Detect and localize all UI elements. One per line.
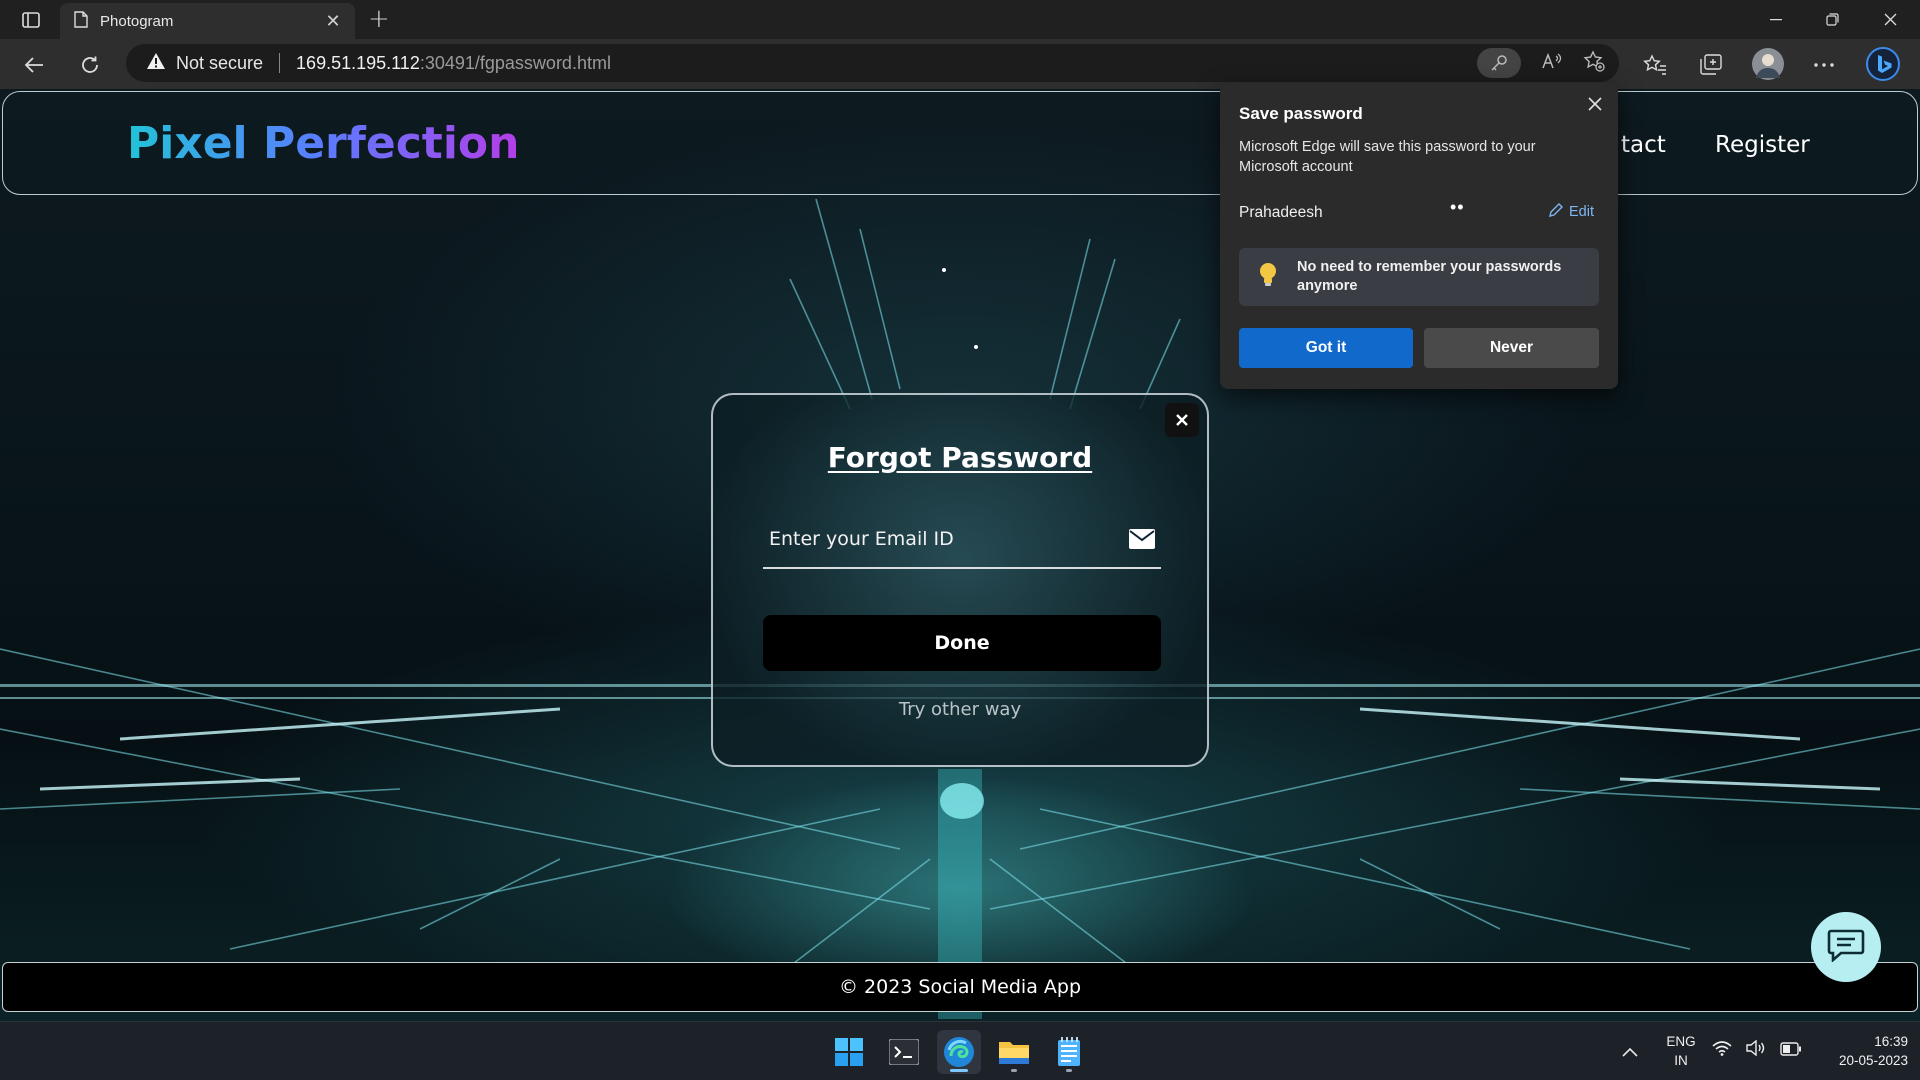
- edge-icon[interactable]: [937, 1030, 981, 1074]
- password-key-icon[interactable]: [1477, 48, 1521, 78]
- browser-toolbar: Not secure 169.51.195.112 :30491/fgpassw…: [0, 39, 1920, 89]
- url-host: 169.51.195.112: [296, 52, 420, 73]
- envelope-icon: [1129, 529, 1155, 553]
- browser-tab-photogram[interactable]: Photogram ✕: [60, 3, 355, 39]
- close-icon[interactable]: [1584, 93, 1606, 115]
- collections-icon[interactable]: [1697, 51, 1725, 79]
- try-other-way-link[interactable]: Try other way: [713, 699, 1207, 720]
- running-app-indicator: [1066, 1069, 1072, 1072]
- chevron-up-icon[interactable]: [1622, 1042, 1638, 1061]
- system-tray[interactable]: [1712, 1039, 1802, 1060]
- email-input[interactable]: [769, 521, 1099, 557]
- nav-register-link[interactable]: Register: [1715, 132, 1810, 158]
- restore-icon[interactable]: [1804, 0, 1860, 39]
- language-code: ENG: [1666, 1034, 1696, 1049]
- active-app-indicator: [950, 1069, 968, 1072]
- nav-contact-link[interactable]: tact: [1621, 132, 1666, 158]
- saved-password-mask: ••: [1450, 197, 1465, 217]
- read-aloud-icon[interactable]: [1541, 52, 1563, 75]
- url-divider: [279, 53, 281, 73]
- close-window-icon[interactable]: [1862, 0, 1918, 39]
- site-footer: © 2023 Social Media App: [2, 962, 1918, 1012]
- volume-icon[interactable]: [1746, 1039, 1766, 1060]
- running-app-indicator: [1011, 1069, 1017, 1072]
- save-password-popup: Save password Microsoft Edge will save t…: [1220, 83, 1618, 389]
- modal-title: Forgot Password: [827, 441, 1093, 474]
- bing-copilot-icon[interactable]: [1866, 47, 1900, 81]
- done-button[interactable]: Done: [763, 615, 1161, 671]
- got-it-button[interactable]: Got it: [1239, 328, 1413, 368]
- tip-text: No need to remember your passwords anymo…: [1297, 259, 1562, 294]
- terminal-icon[interactable]: [882, 1030, 926, 1074]
- never-button[interactable]: Never: [1424, 328, 1599, 368]
- popup-title: Save password: [1239, 104, 1363, 123]
- site-header: Pixel Perfection tact Register: [2, 91, 1918, 195]
- saved-username: Prahadeesh: [1239, 204, 1323, 221]
- web-page: Pixel Perfection tact Register Forgot Pa…: [0, 89, 1920, 1021]
- warning-icon[interactable]: [146, 52, 166, 75]
- add-favorite-icon[interactable]: [1583, 49, 1605, 77]
- email-field-row: [763, 515, 1161, 569]
- clock-time: 16:39: [1874, 1034, 1908, 1049]
- back-icon[interactable]: [20, 51, 48, 79]
- forgot-password-modal: Forgot Password Done Try other way: [711, 393, 1209, 767]
- wifi-icon[interactable]: [1712, 1040, 1732, 1060]
- tab-actions-icon[interactable]: [14, 8, 48, 32]
- close-tab-icon[interactable]: ✕: [323, 11, 343, 32]
- more-options-icon[interactable]: [1810, 51, 1838, 79]
- windows-taskbar: ENG IN 16:39 20-05-2023: [0, 1021, 1920, 1080]
- battery-icon[interactable]: [1780, 1041, 1802, 1060]
- start-icon[interactable]: [827, 1030, 871, 1074]
- refresh-icon[interactable]: [76, 51, 104, 79]
- clock-date: 20-05-2023: [1838, 1053, 1908, 1068]
- favorites-icon[interactable]: [1641, 51, 1669, 79]
- edit-button[interactable]: Edit: [1548, 202, 1594, 222]
- chat-icon: [1827, 928, 1865, 966]
- minimize-icon[interactable]: [1748, 0, 1804, 39]
- browser-tab-bar: Photogram ✕ +: [0, 0, 1920, 39]
- url-path: :30491/fgpassword.html: [419, 52, 611, 73]
- clock[interactable]: 16:39 20-05-2023: [1808, 1032, 1908, 1070]
- pencil-icon: [1548, 202, 1564, 222]
- lightbulb-icon: [1259, 262, 1277, 293]
- profile-avatar[interactable]: [1752, 48, 1784, 80]
- notepad-icon[interactable]: [1047, 1030, 1091, 1074]
- page-icon: [74, 10, 88, 32]
- close-icon[interactable]: [1165, 403, 1199, 437]
- language-indicator[interactable]: ENG IN: [1660, 1032, 1702, 1070]
- new-tab-icon[interactable]: +: [368, 4, 390, 34]
- tab-title: Photogram: [100, 12, 174, 30]
- address-bar[interactable]: Not secure 169.51.195.112 :30491/fgpassw…: [126, 44, 1619, 82]
- password-tip-banner: No need to remember your passwords anymo…: [1239, 248, 1599, 306]
- file-explorer-icon[interactable]: [992, 1030, 1036, 1074]
- popup-description: Microsoft Edge will save this password t…: [1239, 139, 1536, 175]
- region-code: IN: [1674, 1053, 1688, 1068]
- not-secure-label[interactable]: Not secure: [176, 53, 263, 74]
- brand-logo[interactable]: Pixel Perfection: [127, 118, 519, 169]
- chat-button[interactable]: [1811, 912, 1881, 982]
- edit-label: Edit: [1569, 204, 1594, 220]
